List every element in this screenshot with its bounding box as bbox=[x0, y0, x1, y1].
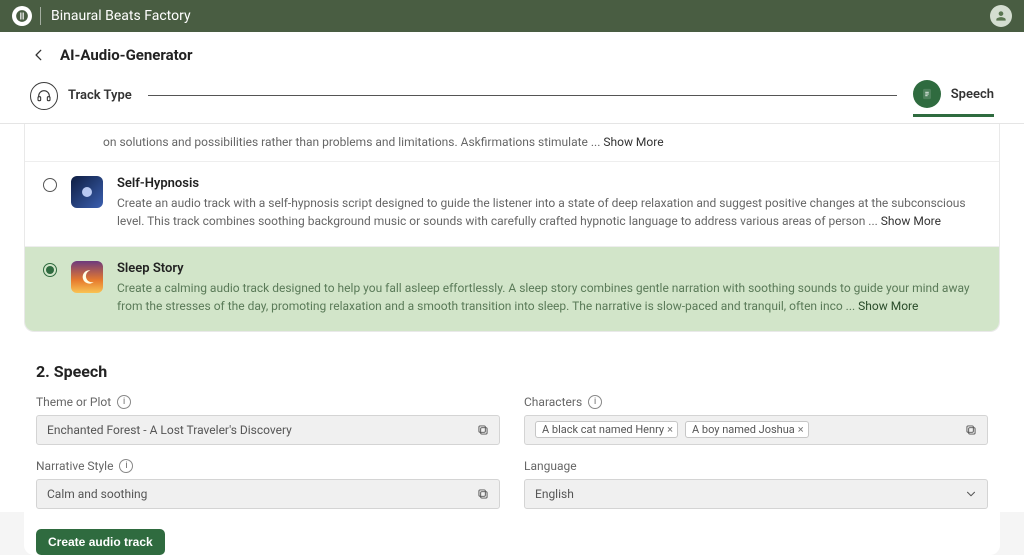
option-title: Sleep Story bbox=[117, 261, 981, 276]
create-audio-track-button[interactable]: Create audio track bbox=[36, 529, 165, 555]
characters-label: Characters bbox=[524, 395, 582, 409]
back-button[interactable] bbox=[30, 46, 48, 64]
crescent-moon-icon bbox=[77, 267, 97, 287]
info-icon[interactable]: i bbox=[117, 395, 131, 409]
characters-input[interactable]: A black cat named Henry× A boy named Jos… bbox=[524, 415, 988, 445]
option-desc: on solutions and possibilities rather th… bbox=[103, 135, 603, 149]
headphones-icon bbox=[30, 82, 58, 110]
moon-icon bbox=[77, 182, 97, 202]
user-icon bbox=[994, 9, 1008, 23]
info-icon[interactable]: i bbox=[119, 459, 133, 473]
speech-section-title: 2. Speech bbox=[36, 362, 1000, 381]
language-label: Language bbox=[524, 459, 577, 473]
step-label-track-type: Track Type bbox=[68, 88, 132, 103]
thumb-sleep-story bbox=[71, 261, 103, 293]
track-option-askfirmations-fragment: on solutions and possibilities rather th… bbox=[25, 124, 999, 161]
step-speech[interactable]: Speech bbox=[913, 80, 994, 117]
show-more-link[interactable]: Show More bbox=[858, 299, 918, 313]
radio-sleep-story[interactable] bbox=[43, 263, 57, 277]
document-icon bbox=[913, 80, 941, 108]
theme-value: Enchanted Forest - A Lost Traveler's Dis… bbox=[47, 423, 473, 437]
theme-input[interactable]: Enchanted Forest - A Lost Traveler's Dis… bbox=[36, 415, 500, 445]
chip-remove-icon[interactable]: × bbox=[667, 423, 673, 436]
chevron-down-icon[interactable] bbox=[961, 484, 981, 504]
track-option-self-hypnosis[interactable]: Self-Hypnosis Create an audio track with… bbox=[25, 161, 999, 246]
info-icon[interactable]: i bbox=[588, 395, 602, 409]
appbar-divider bbox=[40, 7, 41, 25]
app-logo bbox=[12, 6, 32, 26]
narrative-value: Calm and soothing bbox=[47, 487, 473, 501]
show-more-link[interactable]: Show More bbox=[603, 135, 663, 149]
language-select[interactable]: English bbox=[524, 479, 988, 509]
page-title: AI-Audio-Generator bbox=[60, 46, 193, 64]
character-chip[interactable]: A boy named Joshua× bbox=[685, 421, 809, 438]
copy-icon[interactable] bbox=[961, 420, 981, 440]
show-more-link[interactable]: Show More bbox=[881, 214, 941, 228]
option-desc: Create a calming audio track designed to… bbox=[117, 281, 970, 312]
app-name: Binaural Beats Factory bbox=[51, 8, 191, 24]
option-title: Self-Hypnosis bbox=[117, 176, 981, 191]
copy-icon[interactable] bbox=[473, 420, 493, 440]
step-track-type[interactable]: Track Type bbox=[30, 82, 132, 110]
option-desc: Create an audio track with a self-hypnos… bbox=[117, 196, 966, 227]
user-avatar[interactable] bbox=[990, 5, 1012, 27]
copy-icon[interactable] bbox=[473, 484, 493, 504]
thumb-self-hypnosis bbox=[71, 176, 103, 208]
narrative-input[interactable]: Calm and soothing bbox=[36, 479, 500, 509]
chip-remove-icon[interactable]: × bbox=[798, 423, 804, 436]
step-label-speech: Speech bbox=[951, 87, 994, 102]
theme-label: Theme or Plot bbox=[36, 395, 111, 409]
character-chip[interactable]: A black cat named Henry× bbox=[535, 421, 678, 438]
step-connector bbox=[148, 95, 897, 96]
track-option-sleep-story[interactable]: Sleep Story Create a calming audio track… bbox=[25, 246, 999, 331]
radio-self-hypnosis[interactable] bbox=[43, 178, 57, 192]
chevron-left-icon bbox=[32, 48, 46, 62]
language-value: English bbox=[535, 487, 961, 501]
narrative-label: Narrative Style bbox=[36, 459, 113, 473]
